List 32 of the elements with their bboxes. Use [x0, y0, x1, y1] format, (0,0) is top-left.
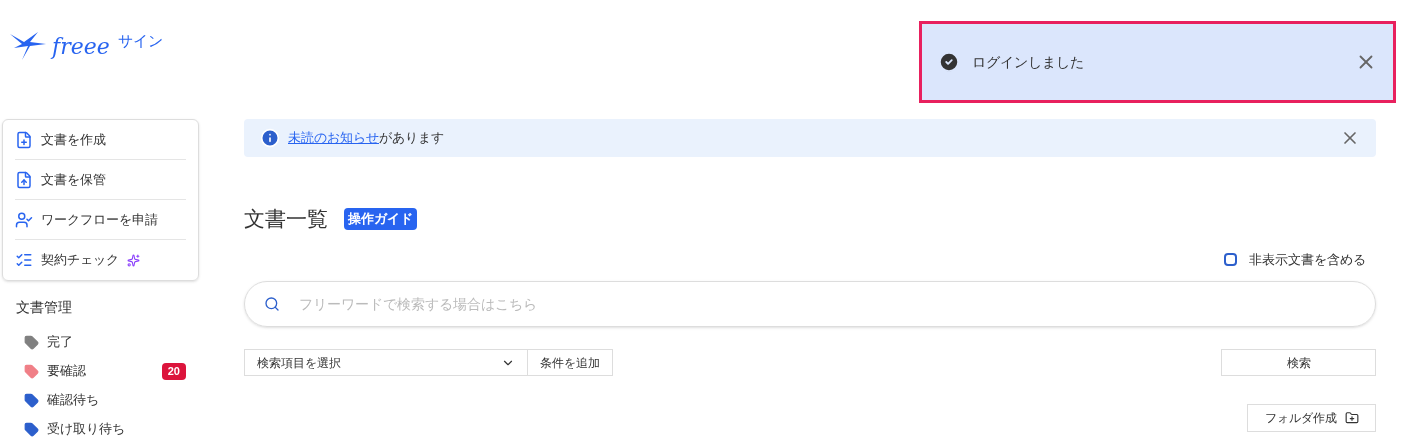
checkbox[interactable]	[1224, 253, 1237, 267]
check-circle-icon	[938, 51, 960, 73]
file-upload-icon	[15, 170, 33, 189]
count-badge: 20	[161, 363, 186, 380]
folder-plus-icon	[1344, 411, 1359, 426]
user-check-icon	[15, 210, 33, 229]
search-field[interactable]: フリーワードで検索する場合はこちら	[244, 281, 1376, 328]
logo-suffix: サイン	[117, 31, 163, 51]
checklist-icon	[15, 251, 33, 269]
notice-link[interactable]: 未読のお知らせ	[288, 130, 379, 145]
tag-item[interactable]: 確認待ち	[47, 391, 186, 410]
page-title: 文書一覧	[244, 206, 328, 232]
info-icon	[260, 128, 280, 148]
notice-text: 未読のお知らせがあります	[288, 129, 445, 147]
toast-message: ログインしました	[972, 53, 1085, 72]
checkbox-label: 非表示文書を含める	[1249, 251, 1366, 269]
search-icon	[264, 296, 280, 313]
logo-text: freee	[52, 33, 110, 61]
create-folder-button[interactable]: フォルダ作成	[1247, 404, 1376, 433]
action-item[interactable]: 契約チェック	[41, 250, 119, 270]
action-item[interactable]: ワークフローを申請	[41, 209, 158, 230]
tag-item[interactable]: 完了	[47, 333, 186, 352]
tag-item[interactable]: 要確認	[47, 362, 154, 381]
add-condition-button[interactable]: 条件を追加	[528, 349, 613, 377]
field-select[interactable]: 検索項目を選択	[244, 349, 528, 377]
action-item[interactable]: 文書を保管	[41, 169, 106, 190]
action-item[interactable]: 文書を作成	[41, 129, 106, 150]
section-heading: 文書管理	[15, 298, 73, 317]
file-plus-icon	[15, 130, 33, 149]
tag-item[interactable]: 受け取り待ち	[47, 420, 186, 439]
guide-link[interactable]: 操作ガイド	[344, 208, 417, 230]
search-button[interactable]: 検索	[1221, 349, 1376, 377]
